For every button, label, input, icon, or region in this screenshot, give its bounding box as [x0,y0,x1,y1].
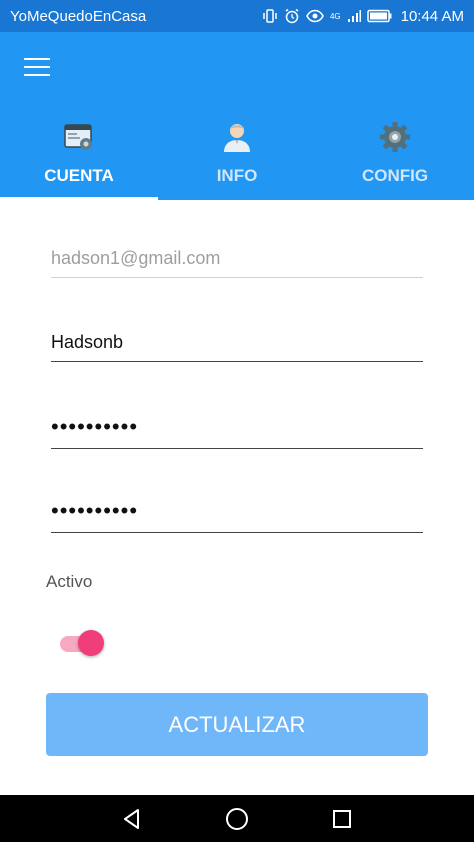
status-bar: YoMeQuedoEnCasa 4G 10:44 AM [0,0,474,32]
back-button[interactable] [117,804,147,834]
password-field[interactable] [51,414,423,449]
email-field-container [51,248,423,278]
toggle-thumb [78,630,104,656]
update-button[interactable]: ACTUALIZAR [46,693,428,756]
user-icon [224,124,250,152]
home-button[interactable] [222,804,252,834]
username-field[interactable] [51,332,423,362]
password-field-container [51,414,423,449]
recents-square-icon [332,809,351,828]
menu-icon[interactable] [24,58,50,78]
password-confirm-field-container [51,498,423,533]
tab-info[interactable]: INFO [158,116,316,200]
active-toggle[interactable] [60,630,104,658]
tab-label: CONFIG [361,166,429,185]
status-app-name: YoMeQuedoEnCasa [10,7,147,25]
alarm-icon [285,8,299,24]
tab-bar: CUENTA INFO CONFIG [0,116,474,200]
tab-label: CUENTA [44,166,114,185]
system-icons: 4G [262,8,393,24]
app-bar: CUENTA INFO CONFIG [0,32,474,200]
tab-label: INFO [216,166,258,185]
signal-icon [347,10,361,22]
gear-icon [380,122,410,152]
password-confirm-field[interactable] [51,498,423,533]
system-nav-bar [0,795,474,842]
email-field[interactable] [51,248,423,278]
back-triangle-icon [124,808,140,829]
status-time: 10:44 AM [400,7,464,25]
battery-icon [366,9,392,23]
recents-button[interactable] [327,804,357,834]
network-type-label: 4G [329,11,341,21]
active-label: Activo [46,572,93,591]
vibrate-icon [263,9,277,23]
home-circle-icon [225,807,248,830]
window-settings-icon [64,124,92,150]
tab-cuenta[interactable]: CUENTA [0,116,158,200]
eye-icon [306,9,324,23]
username-field-container [51,332,423,362]
tab-config[interactable]: CONFIG [316,116,474,200]
